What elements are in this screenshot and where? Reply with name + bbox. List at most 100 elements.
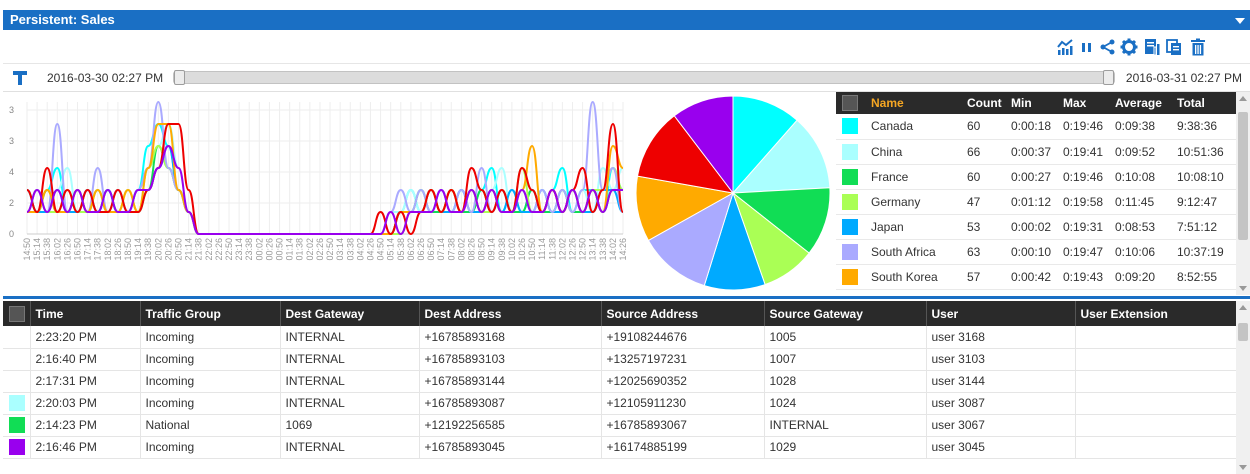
col-time[interactable]: Time bbox=[30, 301, 141, 326]
summary-average: 0:09:52 bbox=[1112, 139, 1174, 165]
row-color-cell bbox=[3, 392, 31, 415]
col-user[interactable]: User bbox=[926, 301, 1076, 326]
col-traffic-group[interactable]: Traffic Group bbox=[140, 301, 281, 326]
table-row[interactable]: 2:16:46 PM Incoming INTERNAL +16785893045 +1… bbox=[3, 436, 1237, 459]
color-swatch[interactable] bbox=[842, 118, 858, 135]
summary-min: 0:00:18 bbox=[1008, 114, 1060, 140]
color-swatch[interactable] bbox=[836, 164, 868, 190]
x-tick-label: 13:38 bbox=[598, 238, 608, 261]
col-count[interactable]: Count bbox=[964, 92, 1008, 114]
summary-row[interactable]: South Africa 63 0:00:10 0:19:47 0:10:06 10:37… bbox=[836, 239, 1236, 265]
color-swatch[interactable] bbox=[842, 143, 858, 160]
scroll-up-icon[interactable] bbox=[1239, 96, 1247, 101]
panel-divider[interactable] bbox=[3, 296, 1250, 299]
copy-icon[interactable] bbox=[1165, 38, 1183, 56]
col-min[interactable]: Min bbox=[1008, 92, 1060, 114]
color-swatch[interactable] bbox=[836, 264, 868, 290]
x-tick-label: 09:14 bbox=[487, 238, 497, 261]
gear-icon[interactable] bbox=[1120, 38, 1138, 56]
color-swatch[interactable] bbox=[842, 243, 858, 260]
time-range-slider[interactable] bbox=[173, 70, 1115, 85]
share-icon[interactable] bbox=[1099, 38, 1117, 56]
pause-icon[interactable] bbox=[1078, 38, 1096, 56]
cell-time: 2:23:20 PM bbox=[30, 326, 141, 349]
series-line bbox=[26, 100, 624, 235]
x-tick-label: 17:38 bbox=[93, 238, 103, 261]
summary-total: 10:51:36 bbox=[1174, 139, 1236, 165]
color-swatch[interactable] bbox=[842, 168, 858, 185]
summary-row[interactable]: Germany 47 0:01:12 0:19:58 0:11:45 9:12:47 bbox=[836, 189, 1236, 215]
col-dest-gateway[interactable]: Dest Gateway bbox=[280, 301, 420, 326]
cell-ext bbox=[1075, 414, 1237, 437]
color-swatch[interactable] bbox=[836, 214, 868, 240]
summary-row[interactable]: Canada 60 0:00:18 0:19:46 0:09:38 9:38:36 bbox=[836, 114, 1236, 140]
collapse-icon[interactable] bbox=[1235, 18, 1245, 24]
x-tick-label: 03:38 bbox=[345, 238, 355, 261]
scroll-down-icon[interactable] bbox=[1239, 286, 1247, 291]
x-tick-label: 16:50 bbox=[73, 238, 83, 261]
color-swatch[interactable] bbox=[836, 114, 868, 140]
color-swatch[interactable] bbox=[836, 189, 868, 215]
color-swatch[interactable] bbox=[842, 193, 858, 210]
summary-total: 7:51:12 bbox=[1174, 214, 1236, 240]
col-dest-address[interactable]: Dest Address bbox=[419, 301, 602, 326]
col-average[interactable]: Average bbox=[1112, 92, 1174, 114]
cell-ext bbox=[1075, 436, 1237, 459]
summary-name: Japan bbox=[868, 214, 964, 240]
select-all-box[interactable] bbox=[3, 301, 31, 326]
scroll-thumb[interactable] bbox=[1238, 323, 1248, 341]
color-swatch[interactable] bbox=[842, 268, 858, 285]
table-row[interactable]: 2:16:40 PM Incoming INTERNAL +16785893103 +1… bbox=[3, 348, 1237, 371]
summary-scrollbar[interactable] bbox=[1236, 92, 1250, 295]
panel-title: Persistent: Sales bbox=[10, 12, 115, 27]
scroll-thumb[interactable] bbox=[1238, 112, 1248, 240]
col-max[interactable]: Max bbox=[1060, 92, 1112, 114]
table-row[interactable]: 2:17:31 PM Incoming INTERNAL +16785893144 +1… bbox=[3, 370, 1237, 393]
cell-ext bbox=[1075, 348, 1237, 371]
table-row[interactable]: 2:20:03 PM Incoming INTERNAL +16785893087 +1… bbox=[3, 392, 1237, 415]
slider-end-handle[interactable] bbox=[1103, 70, 1114, 85]
color-swatch[interactable] bbox=[836, 239, 868, 265]
summary-row[interactable]: South Korea 57 0:00:42 0:19:43 0:09:20 8:52:5… bbox=[836, 264, 1236, 290]
summary-row[interactable]: China 66 0:00:37 0:19:41 0:09:52 10:51:36 bbox=[836, 139, 1236, 165]
select-all-box[interactable] bbox=[836, 92, 868, 114]
summary-average: 0:10:08 bbox=[1112, 164, 1174, 190]
table-row[interactable]: 2:14:23 PM National 1069 +12192256585 +16785… bbox=[3, 414, 1237, 437]
cell-daddr: +16785893103 bbox=[419, 348, 602, 371]
col-source-gateway[interactable]: Source Gateway bbox=[764, 301, 927, 326]
summary-max: 0:19:46 bbox=[1060, 164, 1112, 190]
x-tick-label: 08:50 bbox=[477, 238, 487, 261]
summary-count: 66 bbox=[964, 139, 1008, 165]
summary-total: 10:37:19 bbox=[1174, 239, 1236, 265]
summary-max: 0:19:47 bbox=[1060, 239, 1112, 265]
summary-name: France bbox=[868, 164, 964, 190]
x-tick-label: 10:02 bbox=[507, 238, 517, 261]
line-chart: 3 3 4 2 0 14:50 15:14 15:38 16:02 16:26 16:50 17:14… bbox=[9, 100, 628, 261]
x-tick-label: 18:50 bbox=[123, 238, 133, 261]
cell-saddr: +13257197231 bbox=[601, 348, 765, 371]
cell-time: 2:17:31 PM bbox=[30, 370, 141, 393]
col-name[interactable]: Name bbox=[868, 92, 964, 114]
summary-panel: Name Count Min Max Average Total Canada 6… bbox=[836, 92, 1250, 295]
trash-icon[interactable] bbox=[1189, 38, 1207, 56]
chart-icon[interactable] bbox=[1056, 38, 1074, 56]
table-row[interactable]: 2:23:20 PM Incoming INTERNAL +16785893168 +1… bbox=[3, 326, 1237, 349]
summary-max: 0:19:46 bbox=[1060, 114, 1112, 140]
scroll-down-icon[interactable] bbox=[1239, 465, 1247, 470]
summary-row[interactable]: France 60 0:00:27 0:19:46 0:10:08 10:08:10 bbox=[836, 164, 1236, 190]
summary-row[interactable]: Japan 53 0:00:02 0:19:31 0:08:53 7:51:12 bbox=[836, 214, 1236, 240]
summary-name: South Korea bbox=[868, 264, 964, 290]
cell-user: user 3168 bbox=[926, 326, 1076, 349]
details-scrollbar[interactable] bbox=[1236, 301, 1250, 474]
color-swatch[interactable] bbox=[836, 139, 868, 165]
col-user-extension[interactable]: User Extension bbox=[1075, 301, 1237, 326]
col-source-address[interactable]: Source Address bbox=[601, 301, 765, 326]
report-icon[interactable] bbox=[1143, 38, 1161, 56]
col-total[interactable]: Total bbox=[1174, 92, 1236, 114]
color-swatch[interactable] bbox=[842, 218, 858, 235]
scroll-up-icon[interactable] bbox=[1239, 305, 1247, 310]
cell-user: user 3144 bbox=[926, 370, 1076, 393]
slider-start-handle[interactable] bbox=[174, 70, 185, 85]
summary-min: 0:00:02 bbox=[1008, 214, 1060, 240]
pin-icon[interactable] bbox=[13, 70, 27, 86]
